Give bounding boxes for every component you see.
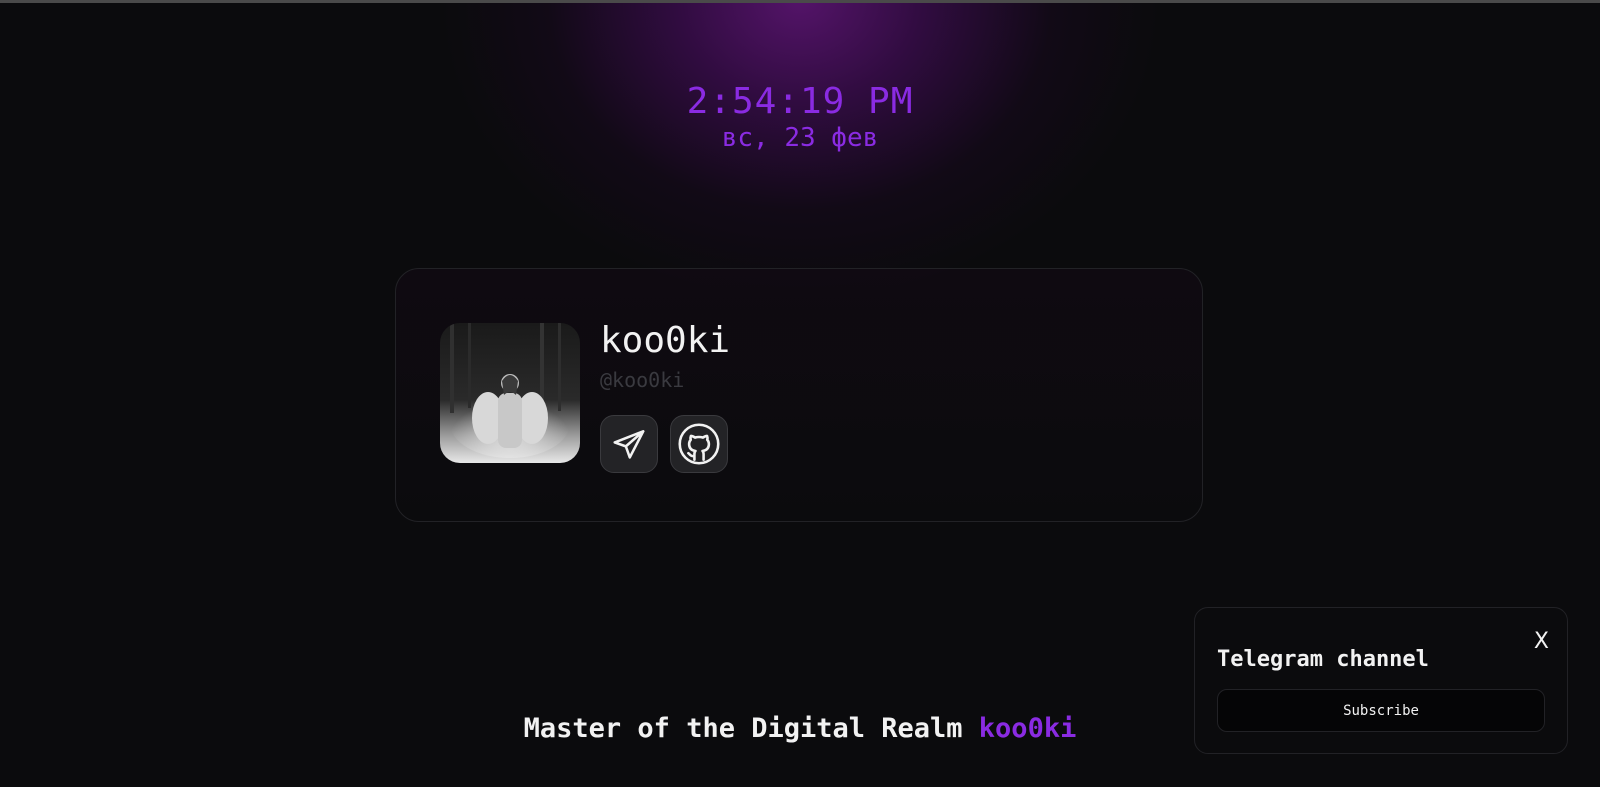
clock-time: 2:54:19 PM — [686, 81, 914, 122]
clock-date: вс, 23 фев — [721, 123, 879, 153]
github-icon — [678, 423, 720, 465]
popup-title: Telegram channel — [1217, 647, 1429, 672]
telegram-icon — [613, 430, 645, 459]
subscribe-button[interactable]: Subscribe — [1217, 689, 1545, 732]
tagline-text: Master of the Digital Realm — [523, 713, 979, 744]
profile-card: koo0ki @koo0ki — [395, 268, 1203, 522]
avatar — [440, 323, 580, 463]
telegram-link[interactable] — [600, 415, 658, 473]
handle: @koo0ki — [600, 368, 685, 392]
telegram-popup: X Telegram channel Subscribe — [1194, 607, 1568, 754]
page: 2:54:19 PM вс, 23 фев koo0ki @koo0ki Mas… — [0, 0, 1600, 787]
avatar-photo — [440, 323, 580, 463]
top-border — [0, 0, 1600, 3]
close-button[interactable]: X — [1534, 630, 1549, 654]
clock: 2:54:19 PM вс, 23 фев — [0, 80, 1600, 154]
tagline-accent: koo0ki — [978, 713, 1077, 744]
github-link[interactable] — [670, 415, 728, 473]
display-name: koo0ki — [600, 320, 731, 361]
